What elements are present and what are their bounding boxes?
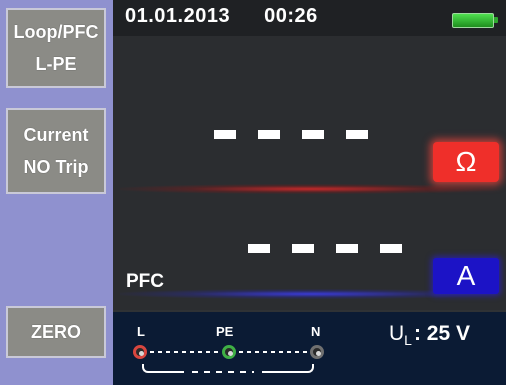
voltage-limit: UL: 25 V (389, 322, 470, 348)
connection-bracket-left (142, 364, 184, 373)
date-time: 01.01.2013 00:26 (125, 5, 318, 28)
ohm-unit-badge: Ω (433, 142, 499, 182)
wire-l-pe (150, 351, 218, 353)
ohm-unit-label: Ω (455, 146, 477, 177)
terminal-l-icon (133, 345, 147, 359)
voltage-limit-symbol: U (389, 322, 405, 345)
readout-dash (258, 130, 280, 139)
time-text: 00:26 (264, 5, 318, 27)
zero-label: ZERO (30, 322, 81, 342)
amp-unit-badge: A (433, 258, 499, 294)
instrument-screen: Loop/PFC L-PE Current NO Trip ZERO 01.01… (0, 0, 506, 385)
resistance-underline (120, 184, 500, 194)
current-readout (248, 244, 424, 253)
function-sublabel: L-PE (35, 54, 77, 74)
readout-dash (380, 244, 402, 253)
resistance-readout (214, 130, 390, 139)
test-mode-label: Current (23, 125, 89, 145)
voltage-limit-subscript: L (404, 332, 412, 348)
zero-button[interactable]: ZERO (6, 306, 106, 358)
battery-full-icon (452, 13, 498, 28)
function-button[interactable]: Loop/PFC L-PE (6, 8, 106, 88)
readout-dash (346, 130, 368, 139)
function-label: Loop/PFC (13, 22, 99, 42)
sidebar: Loop/PFC L-PE Current NO Trip ZERO (0, 0, 113, 385)
readout-dash (336, 244, 358, 253)
test-mode-button[interactable]: Current NO Trip (6, 108, 106, 194)
connection-bracket-middle (192, 371, 254, 373)
terminal-label-pe: PE (216, 324, 234, 339)
connection-bracket-right (262, 364, 314, 373)
amp-unit-label: A (456, 260, 476, 291)
wire-pe-n (239, 351, 307, 353)
test-mode-sublabel: NO Trip (23, 157, 89, 177)
terminal-n-icon (310, 345, 324, 359)
readout-dash (214, 130, 236, 139)
readout-dash (302, 130, 324, 139)
readout-dash (292, 244, 314, 253)
terminal-label-n: N (311, 324, 321, 339)
voltage-limit-value: : 25 V (413, 322, 470, 345)
terminal-pe-icon (222, 345, 236, 359)
readout-dash (248, 244, 270, 253)
date-text: 01.01.2013 (125, 5, 231, 27)
terminal-label-l: L (137, 324, 145, 339)
